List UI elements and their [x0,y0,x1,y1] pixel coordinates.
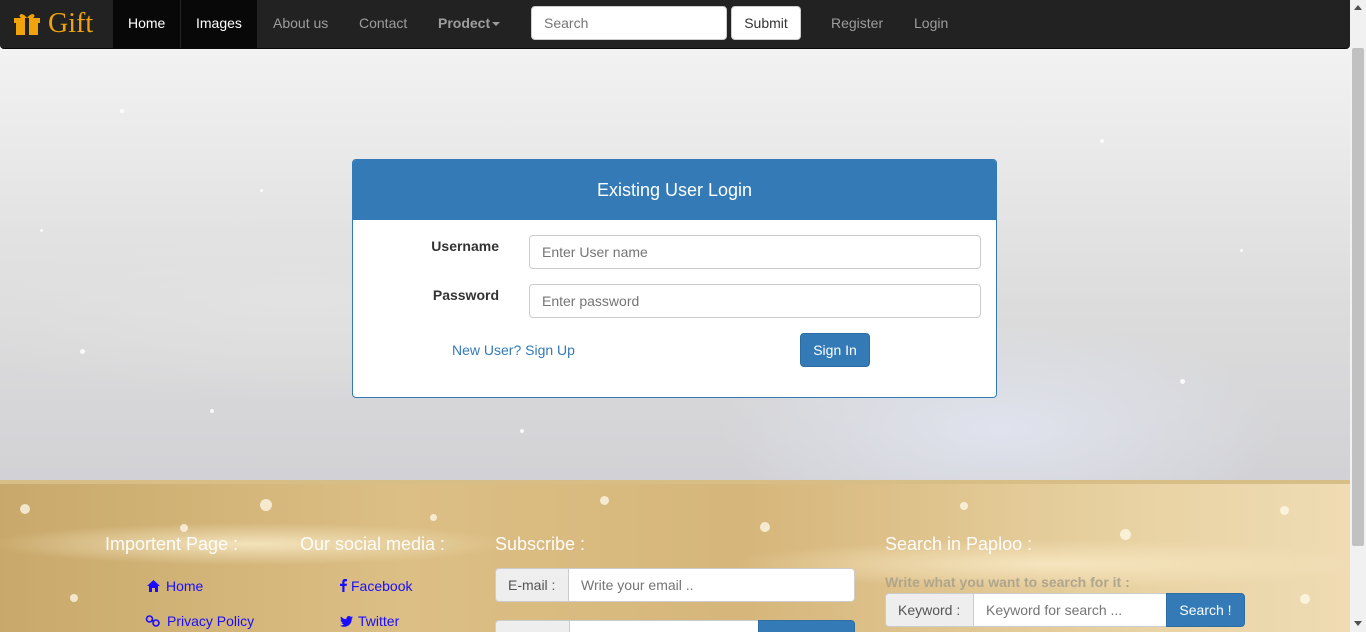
hero-background: Existing User Login Username Password Ne… [0,49,1350,480]
footer-keyword-input[interactable] [973,593,1167,627]
footer-search-title: Search in Paploo : [885,534,1033,554]
link-icon [145,615,160,627]
subscribe-email-input[interactable] [568,568,855,602]
keyword-addon-label: Keyword : [885,593,974,627]
page-scrollbar-thumb[interactable] [1352,48,1364,546]
footer-link-twitter[interactable]: Twitter [340,613,399,629]
footer-social-title: Our social media : [300,534,446,554]
top-navbar: Gift Home Images About us Contact Prodec… [0,0,1350,49]
footer-search-note: Write what you want to search for it : [885,574,1130,590]
subscribe-phone-input[interactable] [569,620,759,632]
password-label: Password [432,287,499,303]
signup-link[interactable]: New User? Sign Up [452,342,575,358]
nav-about-us[interactable]: About us [258,0,343,48]
email-addon-label: E-mail : [495,568,569,602]
facebook-icon [340,579,347,592]
nav-images[interactable]: Images [181,0,257,48]
username-input[interactable] [529,235,981,269]
footer-subscribe-title: Subscribe : [495,534,586,554]
brand-logo[interactable]: Gift [0,0,113,48]
nav-contact[interactable]: Contact [344,0,422,48]
nav-search-input[interactable] [531,6,727,40]
footer: Importent Page : Home Privacy Policy Our… [0,480,1350,632]
scroll-up-arrow-icon[interactable] [1354,5,1362,10]
username-label: Username [431,238,499,254]
footer-link-facebook[interactable]: Facebook [340,578,412,594]
nav-submit-button[interactable]: Submit [731,6,801,40]
subscribe-button[interactable]: Subscribe ! [758,620,855,632]
footer-link-home[interactable]: Home [147,578,203,594]
twitter-icon [340,616,353,627]
nav-prodect-dropdown[interactable]: Prodect [423,0,515,48]
footer-pages-title: Importent Page : [105,534,239,554]
nav-register[interactable]: Register [816,0,898,48]
phone-addon-label: Phone : [495,620,570,632]
caret-down-icon [492,22,501,27]
brand-name: Gift [48,8,94,39]
nav-login[interactable]: Login [899,0,963,48]
footer-link-privacy-policy[interactable]: Privacy Policy [145,613,254,629]
scroll-down-arrow-icon[interactable] [1354,621,1362,626]
gift-icon [14,14,40,35]
footer-search-button[interactable]: Search ! [1166,593,1245,627]
sign-in-button[interactable]: Sign In [800,333,870,367]
nav-prodect-label: Prodect [438,15,491,31]
nav-home[interactable]: Home [113,0,181,48]
password-input[interactable] [529,284,981,318]
home-icon [147,580,160,592]
login-panel: Existing User Login Username Password Ne… [352,159,997,398]
login-panel-title: Existing User Login [353,160,996,220]
